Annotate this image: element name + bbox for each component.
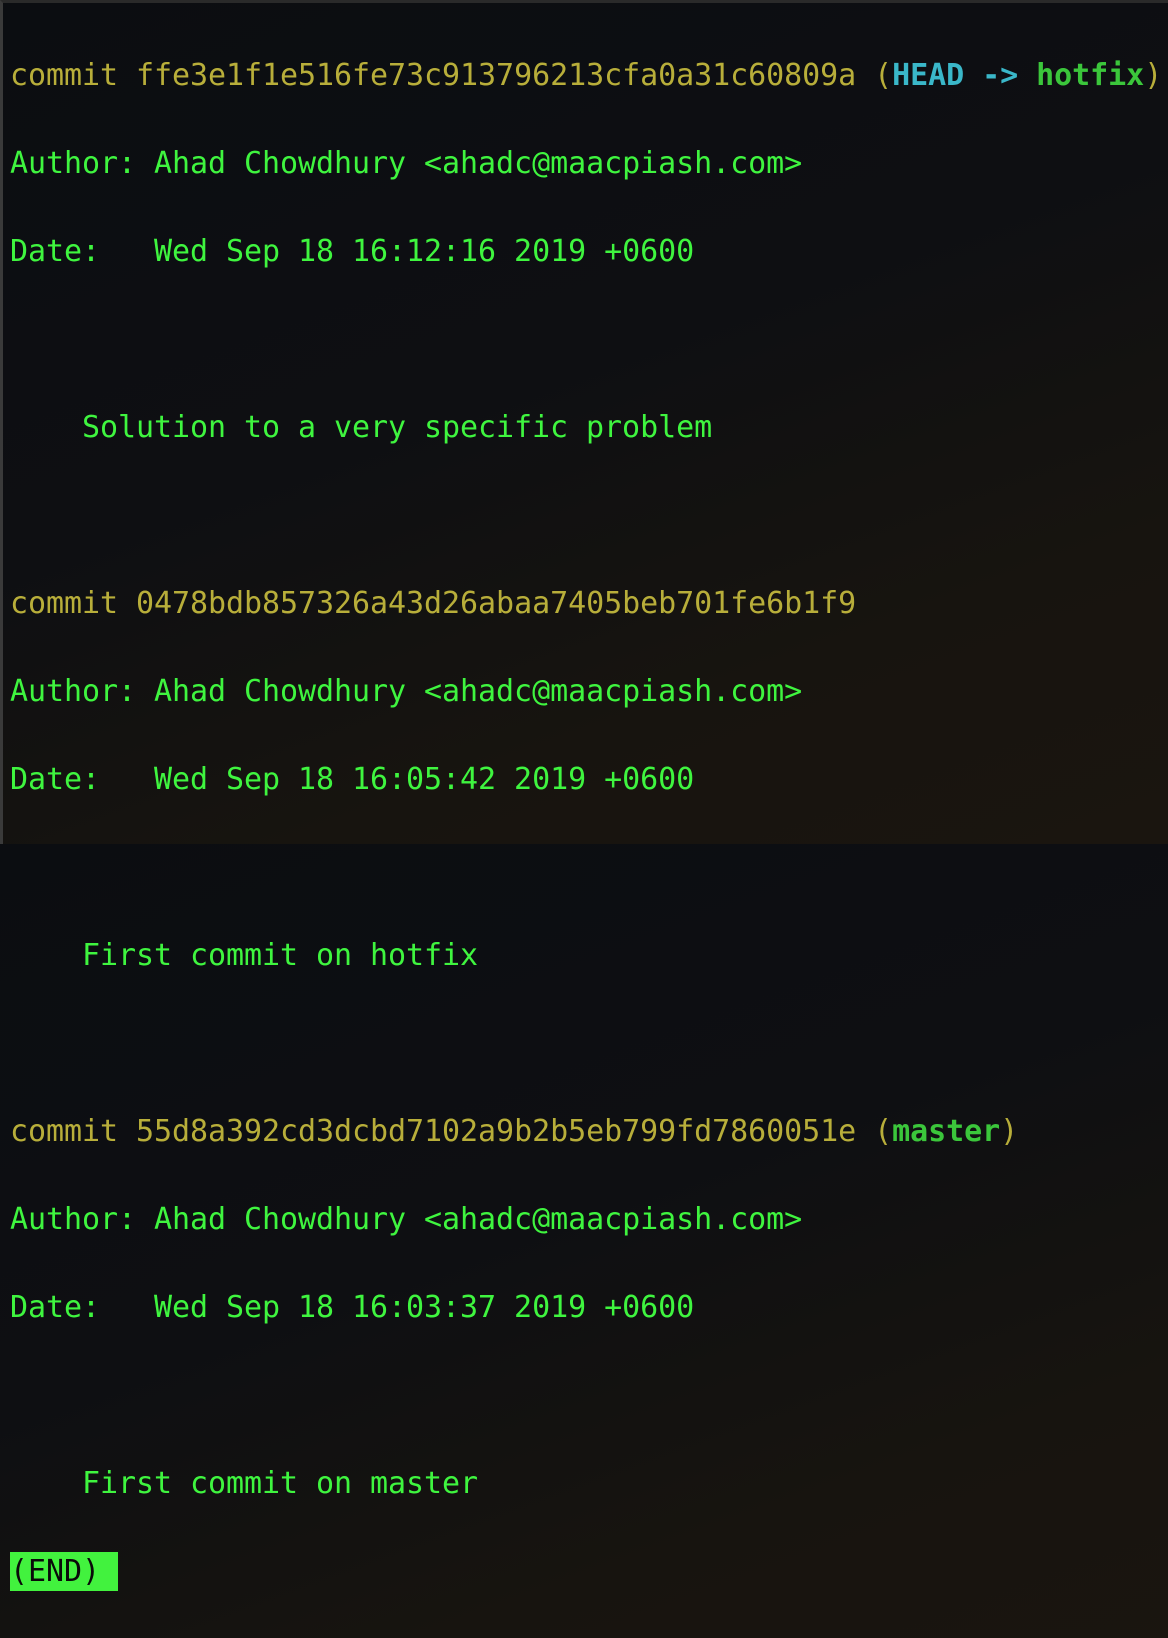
pager-end-prompt[interactable]: (END) [10,1552,118,1591]
date-label: Date: [10,234,100,269]
commit-hash[interactable]: 0478bdb857326a43d26abaa7405beb701fe6b1f9 [136,586,856,621]
commit-message: Solution to a very specific problem [10,406,1162,450]
branch-ref-hotfix: hotfix [1036,58,1144,93]
author-label: Author: [10,1202,136,1237]
commit-line: commit 55d8a392cd3dcbd7102a9b2b5eb799fd7… [10,1110,1162,1154]
ref-arrow: -> [982,58,1018,93]
author-line: Author: Ahad Chowdhury <ahadc@maacpiash.… [10,142,1162,186]
author-label: Author: [10,146,136,181]
author-line: Author: Ahad Chowdhury <ahadc@maacpiash.… [10,670,1162,714]
date-line: Date: Wed Sep 18 16:05:42 2019 +0600 [10,758,1162,802]
date-line: Date: Wed Sep 18 16:03:37 2019 +0600 [10,1286,1162,1330]
message-text: Solution to a very specific problem [82,410,712,445]
commit-line: commit ffe3e1f1e516fe73c913796213cfa0a31… [10,54,1162,98]
date-value: Wed Sep 18 16:12:16 2019 +0600 [154,234,694,269]
commit-label: commit [10,586,118,621]
date-value: Wed Sep 18 16:03:37 2019 +0600 [154,1290,694,1325]
commit-label: commit [10,1114,118,1149]
commit-label: commit [10,58,118,93]
commit-hash[interactable]: ffe3e1f1e516fe73c913796213cfa0a31c60809a [136,58,856,93]
date-label: Date: [10,762,100,797]
date-label: Date: [10,1290,100,1325]
head-ref: HEAD [892,58,964,93]
commit-message: First commit on master [10,1462,1162,1506]
branch-ref-master: master [892,1114,1000,1149]
date-line: Date: Wed Sep 18 16:12:16 2019 +0600 [10,230,1162,274]
author-label: Author: [10,674,136,709]
git-log-output: commit ffe3e1f1e516fe73c913796213cfa0a31… [10,10,1162,1638]
commit-line: commit 0478bdb857326a43d26abaa7405beb701… [10,582,1162,626]
author-line: Author: Ahad Chowdhury <ahadc@maacpiash.… [10,1198,1162,1242]
commit-hash[interactable]: 55d8a392cd3dcbd7102a9b2b5eb799fd7860051e [136,1114,856,1149]
message-text: First commit on hotfix [82,938,478,973]
author-value: Ahad Chowdhury <ahadc@maacpiash.com> [154,1202,802,1237]
date-value: Wed Sep 18 16:05:42 2019 +0600 [154,762,694,797]
author-value: Ahad Chowdhury <ahadc@maacpiash.com> [154,674,802,709]
commit-message: First commit on hotfix [10,934,1162,978]
author-value: Ahad Chowdhury <ahadc@maacpiash.com> [154,146,802,181]
message-text: First commit on master [82,1466,478,1501]
